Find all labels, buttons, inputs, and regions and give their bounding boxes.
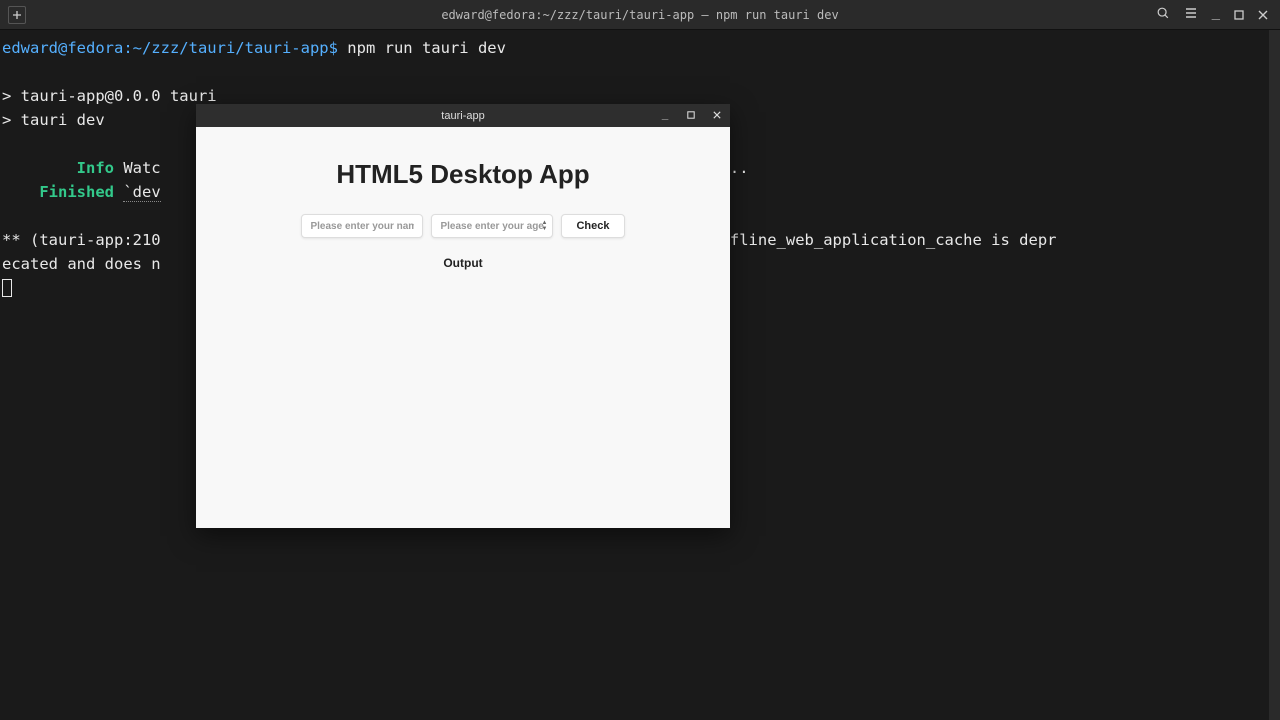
new-tab-button[interactable]: [8, 6, 26, 24]
name-input[interactable]: [301, 214, 423, 238]
npm-line-2: > tauri dev: [2, 111, 105, 129]
app-body: HTML5 Desktop App ▲▼ Check Output: [196, 127, 730, 528]
tauri-app-window: tauri-app _ HTML5 Desktop App ▲▼ Check O…: [196, 104, 730, 528]
maximize-icon[interactable]: [1234, 5, 1244, 24]
form-row: ▲▼ Check: [301, 214, 624, 238]
app-maximize-icon[interactable]: [684, 109, 698, 122]
warn-line-1-left: ** (tauri-app:210: [2, 231, 161, 249]
command: npm run tauri dev: [347, 39, 506, 57]
warn-line-2: ecated and does n: [2, 255, 161, 273]
output-label: Output: [443, 256, 482, 270]
finished-label: Finished: [39, 183, 114, 201]
hamburger-menu-icon[interactable]: [1184, 5, 1198, 24]
app-title: tauri-app: [441, 110, 484, 122]
app-heading: HTML5 Desktop App: [336, 159, 589, 190]
age-input[interactable]: [431, 214, 553, 238]
search-icon[interactable]: [1156, 5, 1170, 24]
terminal-title: edward@fedora:~/zzz/tauri/tauri-app — np…: [441, 8, 838, 22]
terminal-scrollbar[interactable]: [1269, 30, 1280, 720]
app-close-icon[interactable]: [710, 109, 724, 122]
close-icon[interactable]: [1258, 5, 1268, 24]
check-button[interactable]: Check: [561, 214, 624, 238]
app-minimize-icon[interactable]: _: [658, 107, 672, 120]
prompt: edward@fedora:~/zzz/tauri/tauri-app$: [2, 39, 338, 57]
terminal-titlebar: edward@fedora:~/zzz/tauri/tauri-app — np…: [0, 0, 1280, 30]
minimize-icon[interactable]: _: [1212, 4, 1220, 20]
info-label: Info: [77, 159, 114, 177]
terminal-cursor: [2, 279, 12, 297]
npm-line-1: > tauri-app@0.0.0 tauri: [2, 87, 217, 105]
app-titlebar[interactable]: tauri-app _: [196, 104, 730, 127]
